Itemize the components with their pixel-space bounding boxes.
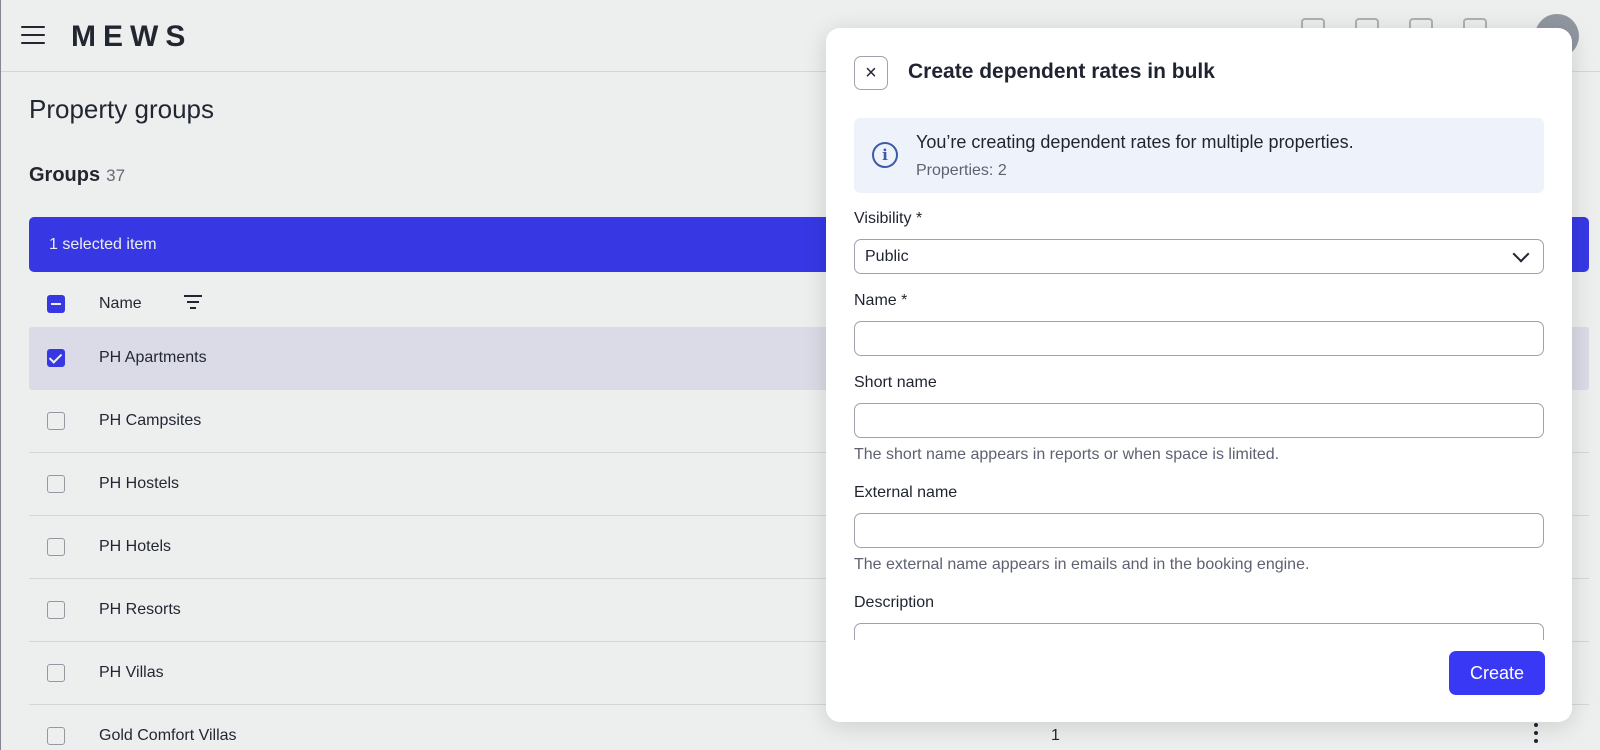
description-label: Description <box>854 594 935 611</box>
info-icon: i <box>872 142 898 168</box>
create-rates-drawer: × Create dependent rates in bulk i You’r… <box>826 28 1572 722</box>
name-label: Name * <box>854 292 908 309</box>
drawer-title: Create dependent rates in bulk <box>908 60 1215 83</box>
create-button[interactable]: Create <box>1449 651 1545 695</box>
external-name-input[interactable] <box>854 513 1544 548</box>
external-name-label: External name <box>854 484 958 501</box>
short-name-help: The short name appears in reports or whe… <box>854 446 1280 463</box>
close-icon: × <box>865 61 877 84</box>
external-name-help: The external name appears in emails and … <box>854 556 1310 573</box>
chevron-down-icon <box>1512 245 1530 263</box>
info-banner: i You’re creating dependent rates for mu… <box>854 118 1544 193</box>
name-input[interactable] <box>854 321 1544 356</box>
visibility-label: Visibility * <box>854 210 923 227</box>
visibility-select[interactable]: Public <box>854 239 1544 274</box>
short-name-input[interactable] <box>854 403 1544 438</box>
close-button[interactable]: × <box>854 56 888 90</box>
visibility-value: Public <box>865 248 909 265</box>
info-message: You’re creating dependent rates for mult… <box>916 132 1354 152</box>
info-properties: Properties: 2 <box>916 162 1007 179</box>
short-name-label: Short name <box>854 374 937 391</box>
